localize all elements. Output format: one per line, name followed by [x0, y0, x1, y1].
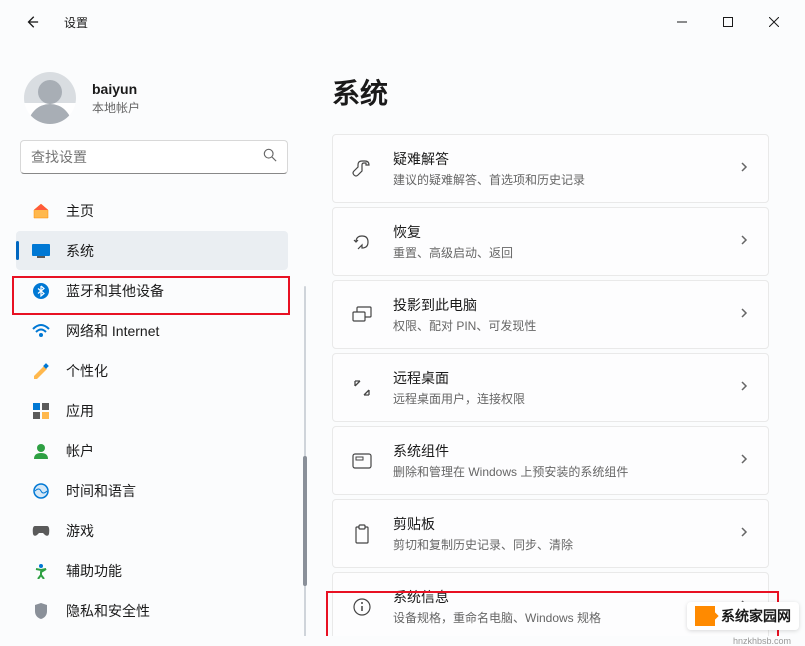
remote-icon [351, 378, 373, 398]
nav-time-language[interactable]: 时间和语言 [16, 471, 288, 510]
card-subtitle: 设备规格，重命名电脑、Windows 规格 [393, 609, 718, 626]
chevron-right-icon [738, 452, 750, 470]
gaming-icon [32, 522, 50, 540]
nav-label: 时间和语言 [66, 481, 136, 501]
nav-accessibility[interactable]: 辅助功能 [16, 551, 288, 590]
nav-label: 隐私和安全性 [66, 601, 150, 621]
card-subtitle: 剪切和复制历史记录、同步、清除 [393, 536, 718, 553]
nav-label: 辅助功能 [66, 561, 122, 581]
network-icon [32, 322, 50, 340]
card-troubleshoot[interactable]: 疑难解答 建议的疑难解答、首选项和历史记录 [332, 134, 769, 203]
close-button[interactable] [751, 6, 797, 38]
titlebar: 设置 [0, 0, 805, 44]
card-title: 远程桌面 [393, 368, 718, 388]
privacy-icon [32, 602, 50, 620]
home-icon [32, 202, 50, 220]
card-title: 系统组件 [393, 441, 718, 461]
minimize-icon [677, 17, 687, 27]
watermark: 系统家园网 [687, 602, 799, 630]
back-arrow-icon [25, 15, 39, 29]
nav-bluetooth[interactable]: 蓝牙和其他设备 [16, 271, 288, 310]
card-recovery[interactable]: 恢复 重置、高级启动、返回 [332, 207, 769, 276]
nav-accounts[interactable]: 帐户 [16, 431, 288, 470]
card-title: 投影到此电脑 [393, 295, 718, 315]
watermark-url: hnzkhbsb.com [733, 636, 791, 646]
card-system-components[interactable]: 系统组件 删除和管理在 Windows 上预安装的系统组件 [332, 426, 769, 495]
nav-label: 蓝牙和其他设备 [66, 281, 164, 301]
time-icon [32, 482, 50, 500]
card-title: 系统信息 [393, 587, 718, 607]
card-subtitle: 删除和管理在 Windows 上预安装的系统组件 [393, 463, 718, 480]
nav-network[interactable]: 网络和 Internet [16, 311, 288, 350]
nav-privacy[interactable]: 隐私和安全性 [16, 591, 288, 630]
system-icon [32, 242, 50, 260]
card-remote-desktop[interactable]: 远程桌面 远程桌面用户，连接权限 [332, 353, 769, 422]
personalization-icon [32, 362, 50, 380]
chevron-right-icon [738, 525, 750, 543]
minimize-button[interactable] [659, 6, 705, 38]
accounts-icon [32, 442, 50, 460]
maximize-icon [723, 17, 733, 27]
chevron-right-icon [738, 379, 750, 397]
main-content: 系统 疑难解答 建议的疑难解答、首选项和历史记录 恢复 重置、高级启动、返回 投… [308, 44, 805, 636]
components-icon [351, 453, 373, 469]
nav-system[interactable]: 系统 [16, 231, 288, 270]
accessibility-icon [32, 562, 50, 580]
window-title: 设置 [64, 14, 88, 31]
recovery-icon [351, 232, 373, 252]
card-title: 疑难解答 [393, 149, 718, 169]
projecting-icon [351, 306, 373, 324]
nav-label: 系统 [66, 241, 94, 261]
profile-name: baiyun [92, 81, 140, 97]
search-icon [263, 148, 277, 167]
about-icon [351, 598, 373, 616]
nav-label: 游戏 [66, 521, 94, 541]
nav-list: 主页 系统 蓝牙和其他设备 网络和 Internet 个性化 应用 [0, 186, 308, 630]
nav-label: 应用 [66, 401, 94, 421]
nav-label: 主页 [66, 201, 94, 221]
watermark-logo-icon [695, 606, 715, 626]
card-clipboard[interactable]: 剪贴板 剪切和复制历史记录、同步、清除 [332, 499, 769, 568]
card-subtitle: 建议的疑难解答、首选项和历史记录 [393, 171, 718, 188]
clipboard-icon [351, 524, 373, 544]
nav-personalization[interactable]: 个性化 [16, 351, 288, 390]
sidebar-scrollbar[interactable] [304, 286, 306, 636]
profile-section[interactable]: baiyun 本地帐户 [0, 44, 308, 140]
troubleshoot-icon [351, 159, 373, 179]
window-controls [659, 6, 797, 38]
nav-home[interactable]: 主页 [16, 191, 288, 230]
profile-subtitle: 本地帐户 [92, 99, 140, 116]
chevron-right-icon [738, 160, 750, 178]
watermark-text: 系统家园网 [721, 606, 791, 626]
chevron-right-icon [738, 233, 750, 251]
nav-label: 帐户 [66, 441, 94, 461]
nav-apps[interactable]: 应用 [16, 391, 288, 430]
card-projecting[interactable]: 投影到此电脑 权限、配对 PIN、可发现性 [332, 280, 769, 349]
card-subtitle: 权限、配对 PIN、可发现性 [393, 317, 718, 334]
card-title: 恢复 [393, 222, 718, 242]
card-subtitle: 远程桌面用户，连接权限 [393, 390, 718, 407]
nav-gaming[interactable]: 游戏 [16, 511, 288, 550]
page-heading: 系统 [332, 72, 769, 112]
search-box[interactable] [20, 140, 288, 174]
card-title: 剪贴板 [393, 514, 718, 534]
apps-icon [32, 402, 50, 420]
avatar [24, 72, 76, 124]
back-button[interactable] [16, 6, 48, 38]
nav-label: 网络和 Internet [66, 321, 159, 341]
nav-label: 个性化 [66, 361, 108, 381]
sidebar: baiyun 本地帐户 主页 系统 蓝牙和其他设备 [0, 44, 308, 636]
close-icon [769, 17, 779, 27]
chevron-right-icon [738, 306, 750, 324]
search-input[interactable] [31, 149, 263, 165]
card-subtitle: 重置、高级启动、返回 [393, 244, 718, 261]
bluetooth-icon [32, 282, 50, 300]
maximize-button[interactable] [705, 6, 751, 38]
